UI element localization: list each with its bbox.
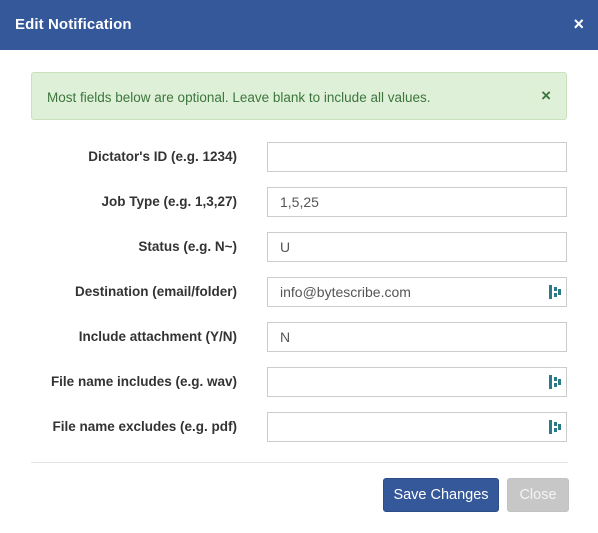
file-name-includes-label: File name includes (e.g. wav) bbox=[50, 374, 237, 389]
field-helper-icon[interactable] bbox=[549, 284, 561, 300]
dictator-id-label: Dictator's ID (e.g. 1234) bbox=[88, 149, 237, 164]
job-type-input[interactable] bbox=[267, 187, 567, 217]
field-helper-icon[interactable] bbox=[549, 374, 561, 390]
form-row-dictator-id: Dictator's ID (e.g. 1234) bbox=[0, 142, 598, 172]
job-type-label: Job Type (e.g. 1,3,27) bbox=[101, 194, 237, 209]
form-row-destination: Destination (email/folder) bbox=[0, 277, 598, 307]
status-label: Status (e.g. N~) bbox=[138, 239, 237, 254]
file-name-includes-input[interactable] bbox=[267, 367, 567, 397]
modal-header: Edit Notification × bbox=[0, 0, 598, 50]
save-changes-button[interactable]: Save Changes bbox=[383, 478, 499, 512]
include-attachment-input[interactable] bbox=[267, 322, 567, 352]
destination-label: Destination (email/folder) bbox=[74, 284, 237, 299]
destination-input[interactable] bbox=[267, 277, 567, 307]
edit-notification-modal: Edit Notification × Most fields below ar… bbox=[0, 0, 598, 533]
include-attachment-label: Include attachment (Y/N) bbox=[78, 329, 237, 344]
alert-close-icon[interactable]: × bbox=[541, 86, 551, 106]
dictator-id-input[interactable] bbox=[267, 142, 567, 172]
form-row-file-name-includes: File name includes (e.g. wav) bbox=[0, 367, 598, 397]
form-row-file-name-excludes: File name excludes (e.g. pdf) bbox=[0, 412, 598, 442]
close-icon[interactable]: × bbox=[573, 14, 584, 34]
file-name-excludes-input[interactable] bbox=[267, 412, 567, 442]
form-row-job-type: Job Type (e.g. 1,3,27) bbox=[0, 187, 598, 217]
field-helper-icon[interactable] bbox=[549, 419, 561, 435]
file-name-excludes-label: File name excludes (e.g. pdf) bbox=[52, 419, 237, 434]
modal-title: Edit Notification bbox=[15, 16, 132, 33]
status-input[interactable] bbox=[267, 232, 567, 262]
form-row-include-attachment: Include attachment (Y/N) bbox=[0, 322, 598, 352]
footer-divider bbox=[31, 462, 568, 463]
close-button[interactable]: Close bbox=[507, 478, 569, 512]
form-row-status: Status (e.g. N~) bbox=[0, 232, 598, 262]
alert-message: Most fields below are optional. Leave bl… bbox=[47, 90, 431, 105]
info-alert: Most fields below are optional. Leave bl… bbox=[31, 72, 567, 120]
